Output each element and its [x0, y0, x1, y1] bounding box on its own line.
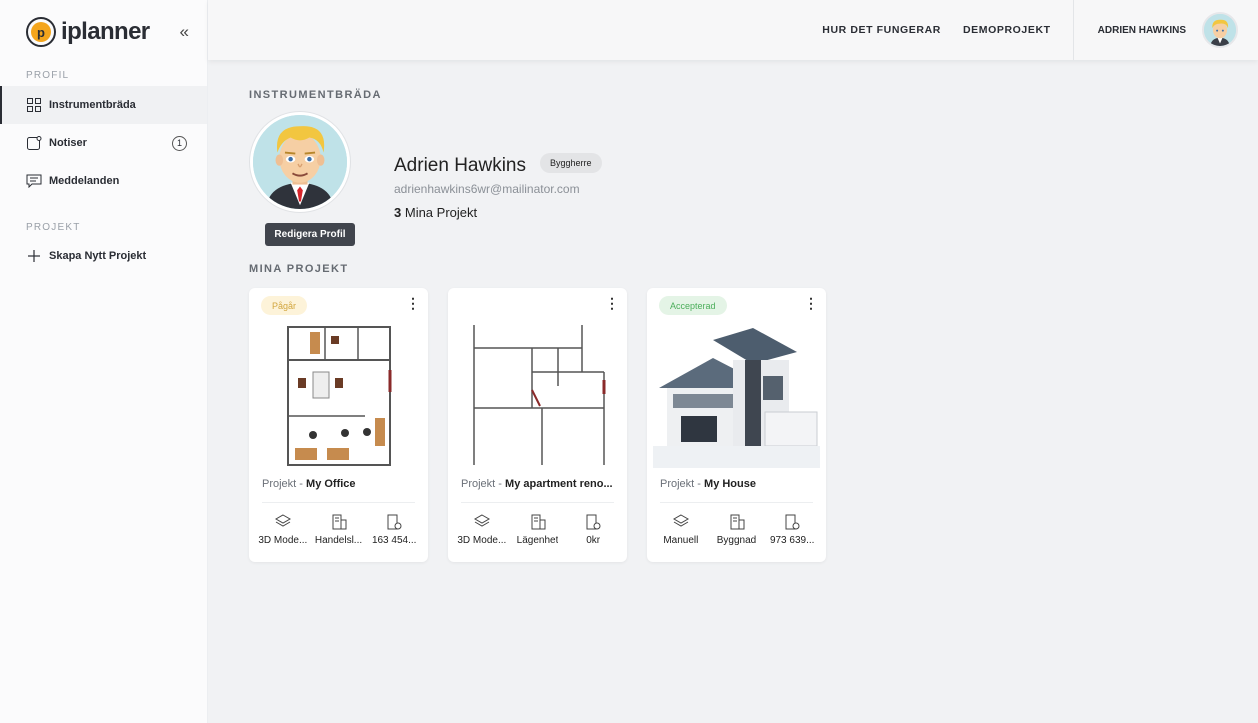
- projects-section-title: MINA PROJEKT: [249, 263, 349, 275]
- floorplan-thumbnail: [287, 326, 392, 466]
- meta-value: 0kr: [586, 535, 601, 546]
- project-count: 3 Mina Projekt: [394, 205, 477, 220]
- chevrons-left-icon[interactable]: «: [180, 22, 189, 42]
- divider: [262, 502, 415, 503]
- chat-icon: [26, 173, 42, 189]
- meta-value: Lägenhet: [516, 535, 559, 546]
- floorplan-thumbnail: [473, 325, 606, 465]
- cost-icon: [387, 514, 402, 530]
- building-icon: [531, 514, 545, 530]
- cost-icon: [785, 514, 800, 530]
- profile-email: adrienhawkins6wr@mailinator.com: [394, 182, 580, 196]
- meta-building-type: Handelsl...: [311, 513, 367, 546]
- topbar-divider: [1072, 0, 1074, 60]
- plus-icon: [26, 248, 42, 264]
- meta-value: Manuell: [663, 535, 699, 546]
- logo-icon[interactable]: p: [26, 17, 56, 47]
- nav-link-how-it-works[interactable]: HUR DET FUNGERAR: [822, 24, 941, 36]
- project-meta: 3D Mode... Lägenhet 0kr: [454, 513, 621, 546]
- user-menu-name[interactable]: ADRIEN HAWKINS: [1098, 25, 1186, 36]
- top-nav: HUR DET FUNGERAR DEMOPROJEKT ADRIEN HAWK…: [822, 0, 1238, 60]
- role-badge: Byggherre: [540, 153, 602, 173]
- house-render-thumbnail: [653, 320, 820, 468]
- project-prefix: Projekt -: [262, 478, 303, 490]
- divider: [660, 502, 813, 503]
- section-label-projekt: PROJEKT: [26, 222, 81, 233]
- project-title[interactable]: Projekt - My Office: [262, 478, 417, 490]
- project-meta: Manuell Byggnad 973 639...: [653, 513, 820, 546]
- project-card-my-office[interactable]: Pågår ⋮ Projekt - My Office 3D Mode... H…: [249, 288, 428, 562]
- layers-icon: [672, 514, 689, 527]
- section-label-profil: PROFIL: [26, 70, 70, 81]
- nav-link-demo-project[interactable]: DEMOPROJEKT: [963, 24, 1051, 36]
- meta-model-type: 3D Mode...: [255, 513, 311, 546]
- meta-value: 3D Mode...: [457, 535, 507, 546]
- more-options-icon[interactable]: ⋮: [605, 296, 619, 310]
- project-meta: 3D Mode... Handelsl... 163 454...: [255, 513, 422, 546]
- project-prefix: Projekt -: [461, 478, 502, 490]
- meta-budget: 0kr: [565, 513, 621, 546]
- sidebar-item-label: Meddelanden: [49, 175, 120, 187]
- layers-icon: [473, 514, 490, 527]
- project-name: My House: [704, 478, 756, 490]
- avatar[interactable]: [1202, 12, 1238, 48]
- profile-avatar: [250, 112, 350, 212]
- sidebar-item-label: Notiser: [49, 137, 87, 149]
- more-options-icon[interactable]: ⋮: [804, 296, 818, 310]
- sidebar-item-label: Instrumentbräda: [49, 99, 136, 111]
- create-project-button[interactable]: Skapa Nytt Projekt: [0, 237, 207, 275]
- topbar: HUR DET FUNGERAR DEMOPROJEKT ADRIEN HAWK…: [208, 0, 1258, 60]
- edit-profile-button[interactable]: Redigera Profil: [265, 223, 355, 246]
- page-title: INSTRUMENTBRÄDA: [249, 89, 382, 101]
- project-title[interactable]: Projekt - My apartment reno...: [461, 478, 616, 490]
- sidebar-item-instrumentbrada[interactable]: Instrumentbräda: [0, 86, 207, 124]
- project-card-my-apartment[interactable]: ⋮ Projekt - My apartment reno... 3D Mode…: [448, 288, 627, 562]
- project-count-label: Mina Projekt: [404, 205, 478, 220]
- status-badge: Pågår: [261, 296, 308, 315]
- meta-building-type: Lägenhet: [510, 513, 566, 546]
- cost-icon: [586, 514, 601, 530]
- meta-building-type: Byggnad: [709, 513, 765, 546]
- divider: [461, 502, 614, 503]
- logo-row: p iplanner «: [26, 12, 189, 52]
- project-prefix: Projekt -: [660, 478, 701, 490]
- profile-name: Adrien Hawkins: [394, 155, 526, 176]
- meta-value: Byggnad: [716, 535, 757, 546]
- dashboard-grid-icon: [26, 97, 42, 113]
- building-icon: [332, 514, 346, 530]
- layers-icon: [274, 514, 291, 527]
- logo-text[interactable]: iplanner: [61, 18, 150, 46]
- meta-budget: 163 454...: [366, 513, 422, 546]
- sidebar-item-notiser[interactable]: Notiser 1: [0, 124, 207, 162]
- meta-budget: 973 639...: [764, 513, 820, 546]
- status-badge: Accepterad: [659, 296, 727, 315]
- create-project-label: Skapa Nytt Projekt: [49, 250, 147, 262]
- meta-value: 3D Mode...: [258, 535, 308, 546]
- project-card-my-house[interactable]: Accepterad ⋮ Projekt - My House Manuell …: [647, 288, 826, 562]
- project-name: My Office: [306, 478, 356, 490]
- project-title[interactable]: Projekt - My House: [660, 478, 815, 490]
- meta-model-type: 3D Mode...: [454, 513, 510, 546]
- project-name: My apartment reno...: [505, 478, 613, 490]
- meta-value: Handelsl...: [314, 535, 363, 546]
- sidebar: p iplanner « PROFIL Instrumentbräda Noti…: [0, 0, 208, 723]
- notification-count-badge: 1: [172, 135, 187, 151]
- sidebar-item-meddelanden[interactable]: Meddelanden: [0, 162, 207, 200]
- project-count-value: 3: [394, 205, 402, 220]
- more-options-icon[interactable]: ⋮: [406, 296, 420, 310]
- meta-model-type: Manuell: [653, 513, 709, 546]
- building-icon: [730, 514, 744, 530]
- meta-value: 163 454...: [371, 535, 417, 546]
- meta-value: 973 639...: [769, 535, 815, 546]
- notification-icon: [26, 135, 42, 151]
